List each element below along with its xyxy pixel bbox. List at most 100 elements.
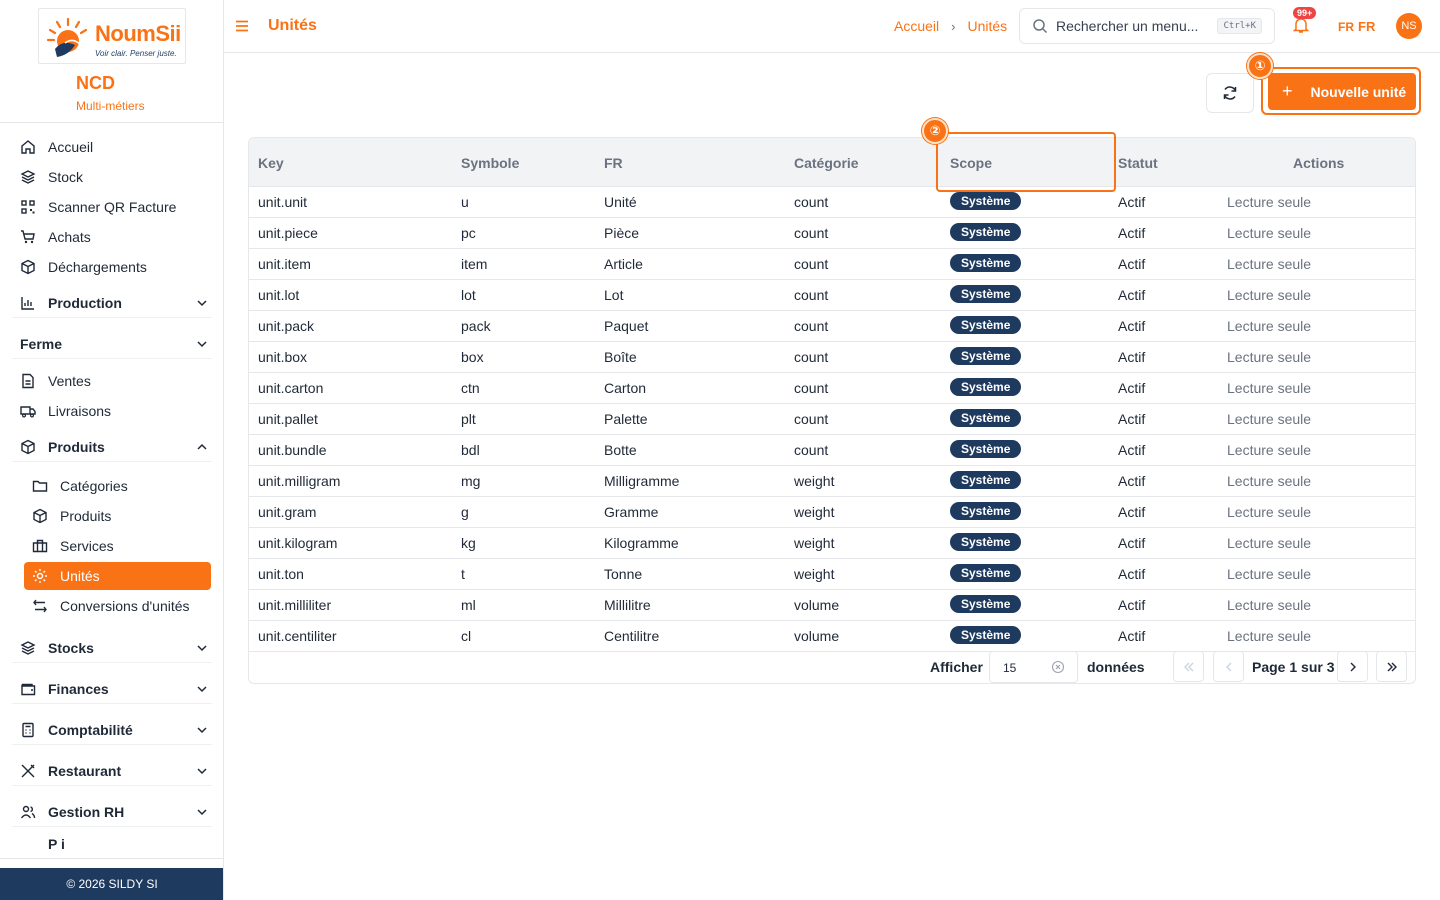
sidebar-item-dechargements[interactable]: Déchargements <box>20 253 147 281</box>
sidebar-group-stocks[interactable]: Stocks <box>12 633 212 663</box>
box-icon <box>21 439 35 454</box>
brand-logo[interactable]: NoumSii Voir clair. Penser juste. <box>38 8 186 64</box>
column-header-fr[interactable]: FR <box>604 155 623 171</box>
cell-actions[interactable]: Lecture seule <box>1227 597 1311 613</box>
table-row[interactable]: unit.ton t Tonne weight Système Actif Lecture … <box>249 559 1415 590</box>
cell-statut: Actif <box>1118 628 1146 644</box>
cell-categorie: count <box>794 287 829 303</box>
cell-fr: Pièce <box>604 225 640 241</box>
table-row[interactable]: unit.milligram mg Milligramme weight Système… <box>249 466 1415 497</box>
qr-icon <box>21 200 35 214</box>
breadcrumb: Accueil › Unités <box>894 18 1007 34</box>
cell-actions[interactable]: Lecture seule <box>1227 349 1311 365</box>
refresh-button[interactable] <box>1206 73 1254 113</box>
sidebar-item-categories[interactable]: Catégories <box>32 472 128 500</box>
table-row[interactable]: unit.pallet plt Palette count Système Actif Le… <box>249 404 1415 435</box>
menu-icon[interactable] <box>235 19 249 33</box>
cell-actions[interactable]: Lecture seule <box>1227 442 1311 458</box>
table-row[interactable]: unit.milliliter ml Millilitre volume Système… <box>249 590 1415 621</box>
breadcrumb-home[interactable]: Accueil <box>894 18 939 34</box>
cell-actions[interactable]: Lecture seule <box>1227 628 1311 644</box>
cell-actions[interactable]: Lecture seule <box>1227 535 1311 551</box>
language-selector[interactable]: FR <box>1358 19 1375 34</box>
units-table: Key Symbole FR Catégorie Scope Statut Ac… <box>248 137 1416 684</box>
sidebar-group-label: Stocks <box>48 639 94 656</box>
sidebar-item-label: Unités <box>60 568 100 584</box>
table-row[interactable]: unit.bundle bdl Botte count Système Actif Lect… <box>249 435 1415 466</box>
refresh-icon <box>1223 86 1237 100</box>
cell-categorie: count <box>794 349 829 365</box>
scope-badge: Système <box>950 564 1022 582</box>
chevrons-right-icon <box>1387 662 1397 671</box>
cell-actions[interactable]: Lecture seule <box>1227 287 1311 303</box>
sidebar-group-label: Produits <box>48 438 105 455</box>
next-page-button[interactable] <box>1337 651 1368 682</box>
sidebar-group-label: Comptabilité <box>48 721 133 738</box>
sidebar-item-accueil[interactable]: Accueil <box>20 133 93 161</box>
table-header: Key Symbole FR Catégorie Scope Statut Ac… <box>249 138 1415 187</box>
cell-fr: Millilitre <box>604 597 651 613</box>
sidebar-group-finances[interactable]: Finances <box>12 674 212 704</box>
sidebar-item-produits[interactable]: Produits <box>32 502 111 530</box>
sidebar-item-ventes[interactable]: Ventes <box>20 367 91 395</box>
cell-actions[interactable]: Lecture seule <box>1227 504 1311 520</box>
new-unit-button[interactable]: + Nouvelle unité <box>1268 73 1416 110</box>
cell-actions[interactable]: Lecture seule <box>1227 256 1311 272</box>
cell-actions[interactable]: Lecture seule <box>1227 194 1311 210</box>
prev-page-button[interactable] <box>1213 651 1244 682</box>
table-row[interactable]: unit.box box Boîte count Système Actif Lecture… <box>249 342 1415 373</box>
briefcase-icon <box>32 539 48 553</box>
utensils-icon <box>21 764 35 777</box>
annotation-marker-2: ② <box>922 118 948 144</box>
sidebar-item-livraisons[interactable]: Livraisons <box>20 397 111 425</box>
sidebar-group-comptabilite[interactable]: Comptabilité <box>12 715 212 745</box>
sidebar-item-services[interactable]: Services <box>32 532 114 560</box>
sidebar-item-conversions[interactable]: Conversions d'unités <box>32 592 190 620</box>
sidebar-group-ferme[interactable]: Ferme <box>12 329 212 359</box>
sidebar-item-unites[interactable]: Unités <box>24 562 211 590</box>
sidebar-group-produits[interactable]: Produits <box>12 432 212 462</box>
cell-actions[interactable]: Lecture seule <box>1227 566 1311 582</box>
table-row[interactable]: unit.item item Article count Système Actif Lec… <box>249 249 1415 280</box>
table-row[interactable]: unit.gram g Gramme weight Système Actif Lectur… <box>249 497 1415 528</box>
sidebar-group-restaurant[interactable]: Restaurant <box>12 756 212 786</box>
table-row[interactable]: unit.piece pc Pièce count Système Actif Lectur… <box>249 218 1415 249</box>
table-row[interactable]: unit.carton ctn Carton count Système Actif Lec… <box>249 373 1415 404</box>
cell-actions[interactable]: Lecture seule <box>1227 380 1311 396</box>
cell-symbole: ctn <box>461 380 480 396</box>
column-header-categorie[interactable]: Catégorie <box>794 155 859 171</box>
sidebar-item-scanner[interactable]: Scanner QR Facture <box>20 193 176 221</box>
sidebar-group-partial[interactable]: P i <box>12 838 212 852</box>
page-size-select[interactable]: 15 <box>989 651 1078 683</box>
sidebar-group-rh[interactable]: Gestion RH <box>12 797 212 827</box>
search-input[interactable]: Rechercher un menu... Ctrl+K <box>1019 8 1275 44</box>
sidebar-item-achats[interactable]: Achats <box>20 223 91 251</box>
cell-fr: Unité <box>604 194 637 210</box>
cell-actions[interactable]: Lecture seule <box>1227 225 1311 241</box>
column-header-symbole[interactable]: Symbole <box>461 155 519 171</box>
last-page-button[interactable] <box>1376 651 1407 682</box>
language-flag[interactable]: FR <box>1338 20 1354 34</box>
table-row[interactable]: unit.pack pack Paquet count Système Actif Lect… <box>249 311 1415 342</box>
column-header-key[interactable]: Key <box>258 155 284 171</box>
highlight-outline-scope <box>936 132 1116 192</box>
cell-actions[interactable]: Lecture seule <box>1227 473 1311 489</box>
sidebar-group-production[interactable]: Production <box>12 288 212 318</box>
page-info: Page 1 sur 3 <box>1252 659 1335 675</box>
table-row[interactable]: unit.kilogram kg Kilogramme weight Système Ac… <box>249 528 1415 559</box>
sidebar-item-stock[interactable]: Stock <box>20 163 83 191</box>
cell-actions[interactable]: Lecture seule <box>1227 411 1311 427</box>
sidebar-footer: © 2026 SILDY SI <box>0 868 223 900</box>
column-header-statut[interactable]: Statut <box>1118 155 1158 171</box>
table-row[interactable]: unit.lot lot Lot count Système Actif Lecture s… <box>249 280 1415 311</box>
cell-actions[interactable]: Lecture seule <box>1227 318 1311 334</box>
chevron-down-icon <box>197 686 207 693</box>
first-page-button[interactable] <box>1173 651 1204 682</box>
clear-icon[interactable] <box>1051 660 1065 674</box>
scope-badge: Système <box>950 378 1022 396</box>
cell-categorie: weight <box>794 504 835 520</box>
table-row[interactable]: unit.unit u Unité count Système Actif Lecture … <box>249 187 1415 218</box>
chevron-right-icon: › <box>951 18 956 34</box>
scope-badge: Système <box>950 533 1022 551</box>
avatar[interactable]: NS <box>1396 13 1422 39</box>
